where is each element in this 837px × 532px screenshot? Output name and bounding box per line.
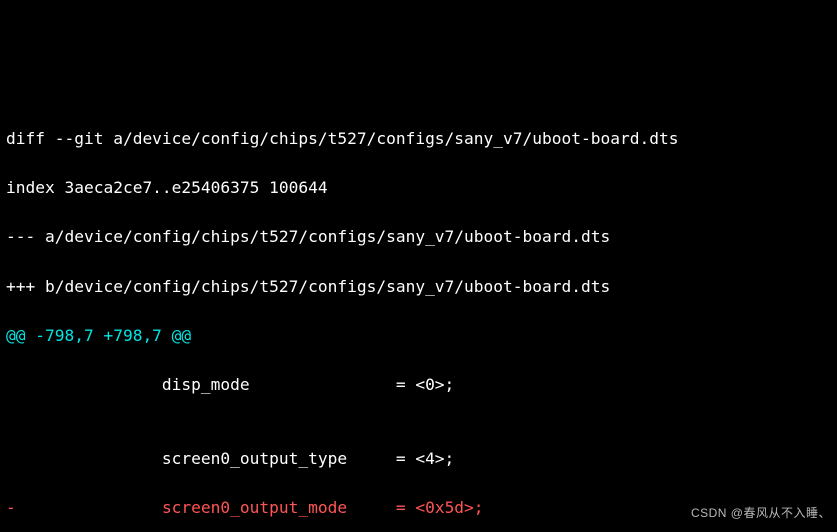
diff-ctx-line: disp_mode = <0>; [6,373,831,398]
diff-hunk-header: @@ -798,7 +798,7 @@ [6,324,831,349]
diff-del-key: screen0_output_mode [162,498,347,517]
diff-header-index: index 3aeca2ce7..e25406375 100644 [6,176,831,201]
diff-header-a: --- a/device/config/chips/t527/configs/s… [6,225,831,250]
diff-output: diff --git a/device/config/chips/t527/co… [0,98,837,532]
diff-del-rest: = <0x5d>; [347,498,483,517]
diff-ctx-line: screen0_output_type = <4>; [6,447,831,472]
diff-header-b: +++ b/device/config/chips/t527/configs/s… [6,275,831,300]
watermark-text: CSDN @春风从不入睡、 [691,501,831,526]
diff-del-marker: - [6,498,162,517]
diff-header-cmd: diff --git a/device/config/chips/t527/co… [6,127,831,152]
